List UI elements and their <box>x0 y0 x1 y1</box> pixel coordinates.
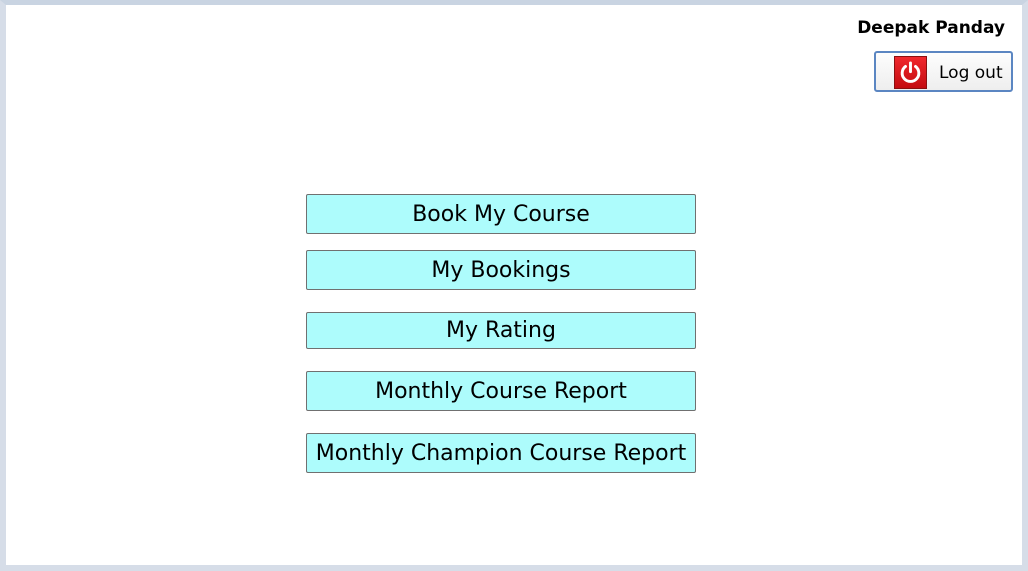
power-icon <box>894 56 927 89</box>
my-rating-button[interactable]: My Rating <box>306 312 696 349</box>
logout-label: Log out <box>939 63 1003 83</box>
my-bookings-button[interactable]: My Bookings <box>306 250 696 290</box>
book-my-course-button[interactable]: Book My Course <box>306 194 696 234</box>
monthly-champion-course-report-button[interactable]: Monthly Champion Course Report <box>306 433 696 473</box>
monthly-course-report-button[interactable]: Monthly Course Report <box>306 371 696 411</box>
logout-button[interactable]: Log out <box>874 51 1013 92</box>
user-name: Deepak Panday <box>857 18 1005 38</box>
main-panel: Deepak Panday Log out Book My Course My … <box>6 5 1022 565</box>
